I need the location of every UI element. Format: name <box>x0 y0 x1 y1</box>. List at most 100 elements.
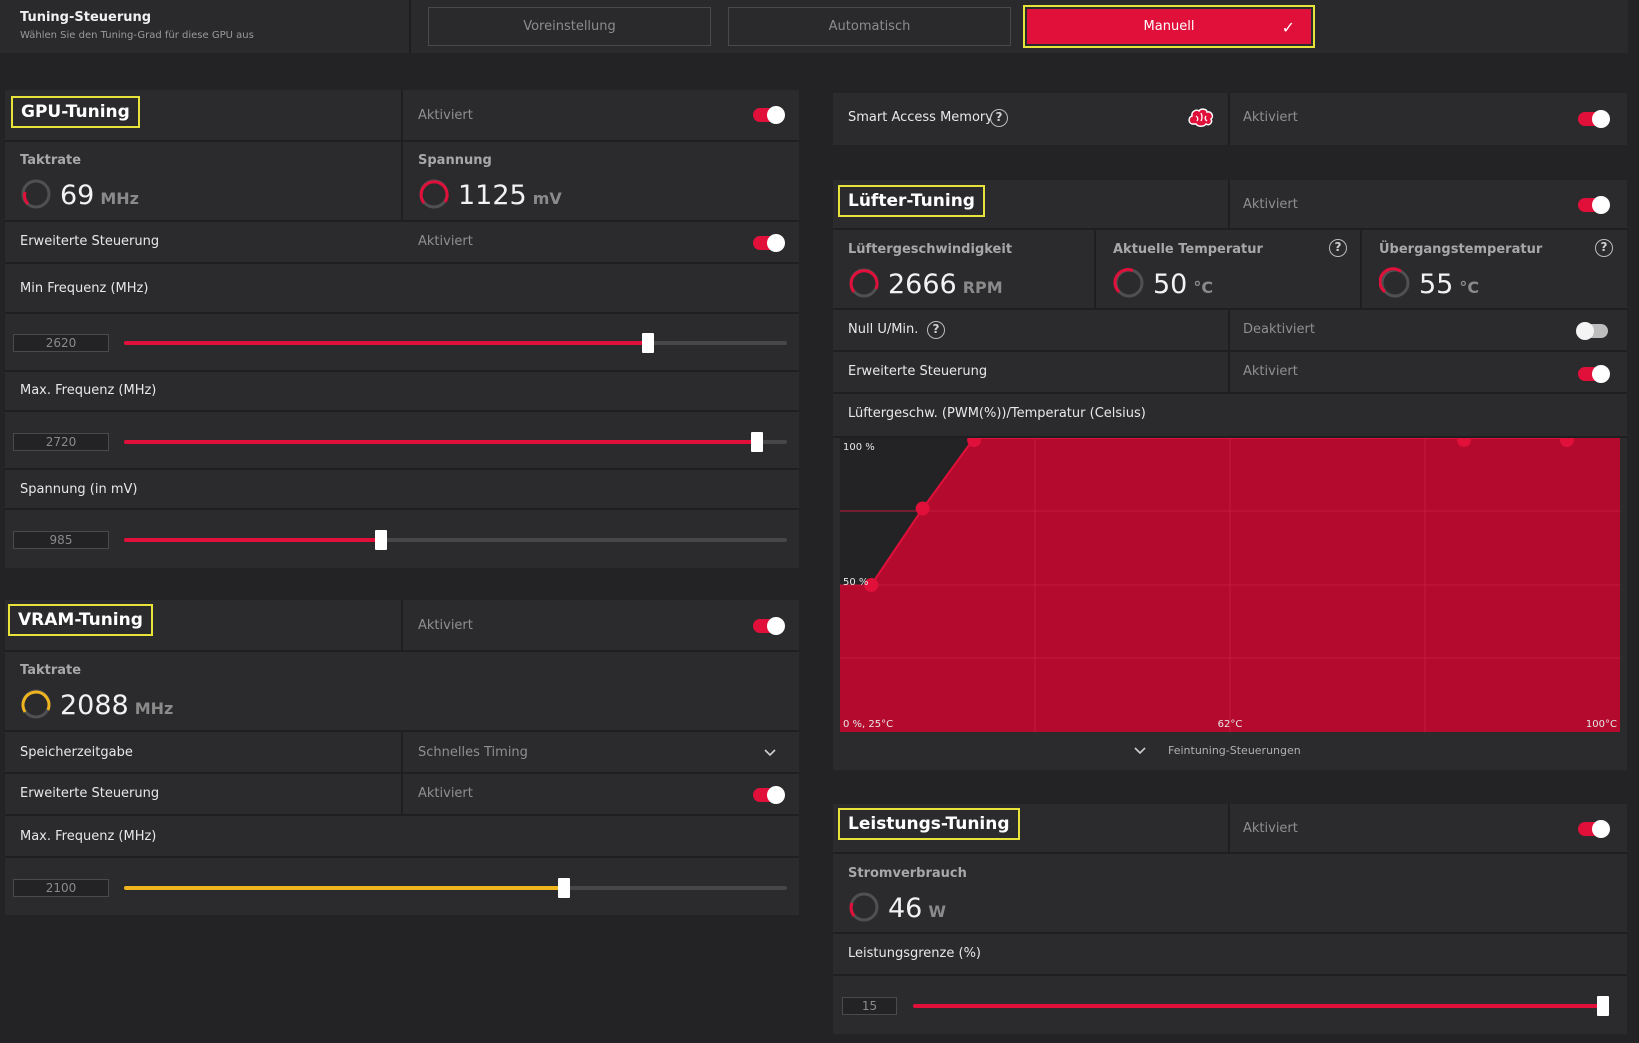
gpu-min-freq-input[interactable]: 2620 <box>13 334 109 352</box>
junction-temp-label: Übergangstemperatur <box>1379 242 1543 257</box>
vram-clock-unit: MHz <box>134 699 174 718</box>
vram-max-freq-input[interactable]: 2100 <box>13 879 109 897</box>
brain-icon <box>1188 108 1214 127</box>
power-tuning-toggle[interactable] <box>1578 820 1610 838</box>
gpu-min-freq-slider[interactable] <box>124 333 787 353</box>
slider-fill <box>913 1004 1603 1008</box>
gpu-adv-control-status: Aktiviert <box>418 234 473 249</box>
fan-speed-metric: 2666 RPM <box>848 261 1003 300</box>
current-temp-label: Aktuelle Temperatur <box>1113 242 1263 257</box>
mode-manual-button[interactable]: Manuell ✓ <box>1023 5 1315 48</box>
fan-adv-control-toggle[interactable] <box>1578 365 1610 383</box>
vram-timing-select[interactable]: Schnelles Timing <box>418 745 528 760</box>
gpu-tuning-status: Aktiviert <box>418 108 473 123</box>
fan-curve-point-2[interactable] <box>915 501 930 516</box>
divider <box>401 732 403 816</box>
divider <box>5 410 799 412</box>
gpu-tuning-toggle[interactable] <box>753 106 785 124</box>
fine-tuning-controls-link[interactable]: Feintuning-Steuerungen <box>1168 744 1301 757</box>
slider-thumb[interactable] <box>557 878 570 898</box>
slider-thumb[interactable] <box>751 432 764 452</box>
slider-fill <box>124 440 758 444</box>
power-consumption-value: 46 <box>888 893 923 924</box>
gauge-icon <box>21 689 51 719</box>
sam-toggle[interactable] <box>1578 110 1610 128</box>
vram-clock-metric: 2088 MHz <box>20 682 173 721</box>
power-limit-input[interactable]: 15 <box>842 997 897 1015</box>
divider <box>5 140 799 142</box>
chevron-down-icon[interactable] <box>764 747 776 759</box>
gpu-voltage-input[interactable]: 985 <box>13 531 109 549</box>
chevron-down-icon[interactable] <box>1134 745 1146 757</box>
divider <box>833 350 1627 352</box>
x-tick-mid: 62°C <box>1218 719 1243 730</box>
y-tick-50: 50 % <box>843 577 868 588</box>
divider <box>5 468 799 470</box>
divider <box>401 90 403 222</box>
fan-tuning-status: Aktiviert <box>1243 197 1298 212</box>
gpu-min-freq-label: Min Frequenz (MHz) <box>20 281 149 296</box>
vram-adv-control-toggle[interactable] <box>753 786 785 804</box>
fan-speed-unit: RPM <box>962 278 1003 297</box>
divider <box>401 600 403 650</box>
zero-rpm-toggle[interactable] <box>1576 322 1608 340</box>
help-icon[interactable]: ? <box>927 321 945 339</box>
divider <box>5 370 799 372</box>
checkmark-icon: ✓ <box>1281 18 1295 37</box>
power-consumption-unit: W <box>928 902 947 921</box>
gpu-max-freq-input[interactable]: 2720 <box>13 433 109 451</box>
gpu-adv-control-toggle[interactable] <box>753 234 785 252</box>
gpu-voltage-slider-label: Spannung (in mV) <box>20 482 138 497</box>
divider <box>833 974 1627 976</box>
vram-tuning-toggle[interactable] <box>753 617 785 635</box>
current-temp-value: 50 <box>1153 269 1188 300</box>
power-limit-slider[interactable] <box>913 996 1609 1016</box>
gpu-clock-value: 69 <box>60 180 95 211</box>
divider <box>1360 228 1362 308</box>
x-tick-min: 0 %, 25°C <box>843 719 893 730</box>
gpu-adv-control-label: Erweiterte Steuerung <box>20 234 160 249</box>
gpu-voltage-value: 1125 <box>458 180 527 211</box>
vram-clock-value: 2088 <box>60 690 129 721</box>
help-icon[interactable]: ? <box>990 109 1008 127</box>
mode-auto-button[interactable]: Automatisch <box>728 7 1011 46</box>
slider-thumb[interactable] <box>641 333 654 353</box>
help-icon[interactable]: ? <box>1595 239 1613 257</box>
gpu-max-freq-slider[interactable] <box>124 432 787 452</box>
divider <box>5 508 799 510</box>
gauge-icon <box>849 892 879 922</box>
fan-adv-control-status: Aktiviert <box>1243 364 1298 379</box>
tuning-control-title: Tuning-Steuerung <box>20 10 152 25</box>
vram-max-freq-slider[interactable] <box>124 878 787 898</box>
divider <box>833 852 1627 854</box>
divider <box>5 312 799 314</box>
fan-speed-value: 2666 <box>888 269 957 300</box>
divider <box>5 220 799 222</box>
fan-tuning-panel: Lüfter-Tuning Aktiviert Lüftergeschwindi… <box>833 180 1627 770</box>
fan-tuning-toggle[interactable] <box>1578 196 1610 214</box>
divider <box>833 392 1627 394</box>
current-temp-unit: °C <box>1193 278 1214 297</box>
gauge-icon <box>849 268 879 298</box>
junction-temp-unit: °C <box>1459 278 1480 297</box>
gpu-voltage-slider[interactable] <box>124 530 787 550</box>
power-tuning-status: Aktiviert <box>1243 821 1298 836</box>
sam-status: Aktiviert <box>1243 110 1298 125</box>
gpu-tuning-panel: GPU-Tuning Aktiviert Taktrate 69 MHz Spa… <box>5 90 799 568</box>
slider-thumb[interactable] <box>1597 996 1609 1016</box>
vram-adv-control-label: Erweiterte Steuerung <box>20 786 160 801</box>
divider <box>1228 804 1230 854</box>
vram-tuning-title: VRAM-Tuning <box>8 604 153 636</box>
power-consumption-metric: 46 W <box>848 885 946 924</box>
power-tuning-title: Leistungs-Tuning <box>838 808 1020 840</box>
divider <box>5 650 799 652</box>
help-icon[interactable]: ? <box>1329 239 1347 257</box>
vram-adv-control-status: Aktiviert <box>418 786 473 801</box>
mode-preset-button[interactable]: Voreinstellung <box>428 7 711 46</box>
slider-thumb[interactable] <box>375 530 388 550</box>
divider <box>833 308 1627 310</box>
gauge-icon <box>1113 268 1144 298</box>
divider <box>5 814 799 816</box>
gpu-clock-unit: MHz <box>100 189 139 208</box>
fan-curve-chart[interactable]: 100 % 50 % 0 %, 25°C 62°C 100°C <box>840 438 1620 732</box>
